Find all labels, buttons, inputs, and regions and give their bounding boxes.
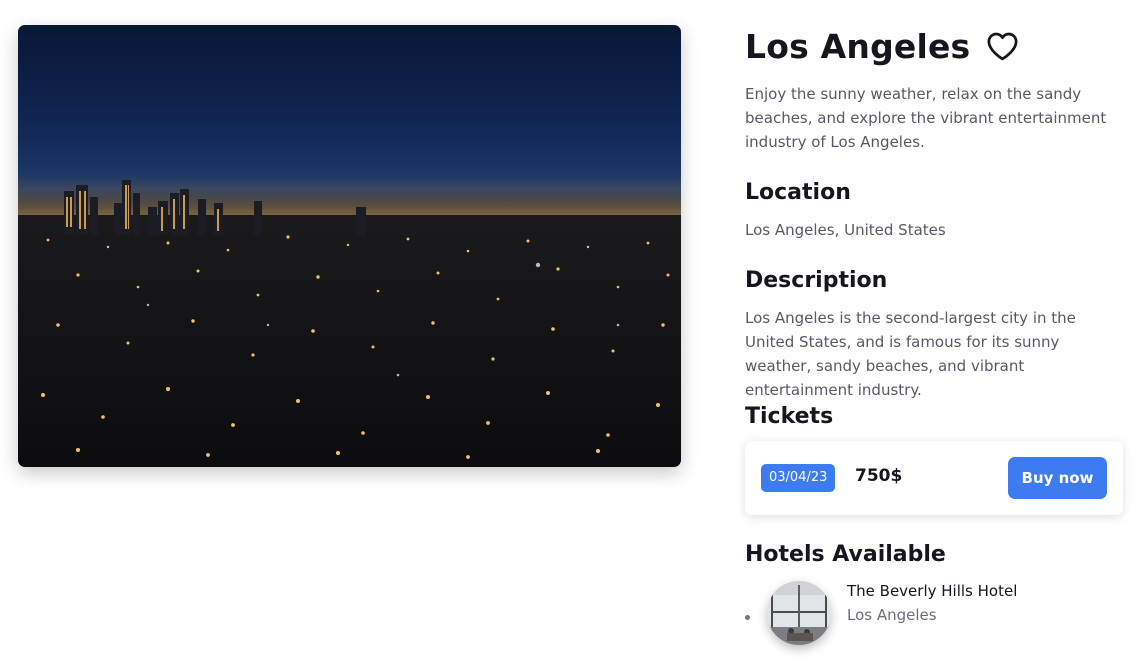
buy-now-button[interactable]: Buy now xyxy=(1008,457,1107,499)
title-row: Los Angeles xyxy=(745,24,1019,68)
description-text: Los Angeles is the second-largest city i… xyxy=(745,309,1076,399)
heart-icon[interactable] xyxy=(986,31,1019,61)
hotels-heading: Hotels Available xyxy=(745,542,946,567)
list-bullet xyxy=(745,615,750,620)
ticket-date-badge: 03/04/23 xyxy=(761,464,836,492)
location-value: Los Angeles, United States xyxy=(745,221,946,239)
description-heading: Description xyxy=(745,268,888,293)
city-night-illustration xyxy=(18,175,681,459)
tickets-heading: Tickets xyxy=(745,404,834,429)
destination-intro: Enjoy the sunny weather, relax on the sa… xyxy=(745,85,1107,151)
location-heading: Location xyxy=(745,180,851,205)
hotel-avatar xyxy=(767,581,831,645)
hotel-list: The Beverly Hills Hotel Los Angeles xyxy=(745,578,1125,648)
page-title: Los Angeles xyxy=(745,26,971,66)
hotel-name: The Beverly Hills Hotel xyxy=(847,582,1018,600)
ticket-card: 03/04/23 750$ Buy now xyxy=(745,441,1123,515)
hotel-city: Los Angeles xyxy=(847,606,937,624)
ticket-price: 750$ xyxy=(855,466,903,486)
hotel-list-item[interactable]: The Beverly Hills Hotel Los Angeles xyxy=(745,578,1125,648)
hotel-photo-illustration xyxy=(767,581,831,645)
destination-hero-image xyxy=(18,25,681,467)
